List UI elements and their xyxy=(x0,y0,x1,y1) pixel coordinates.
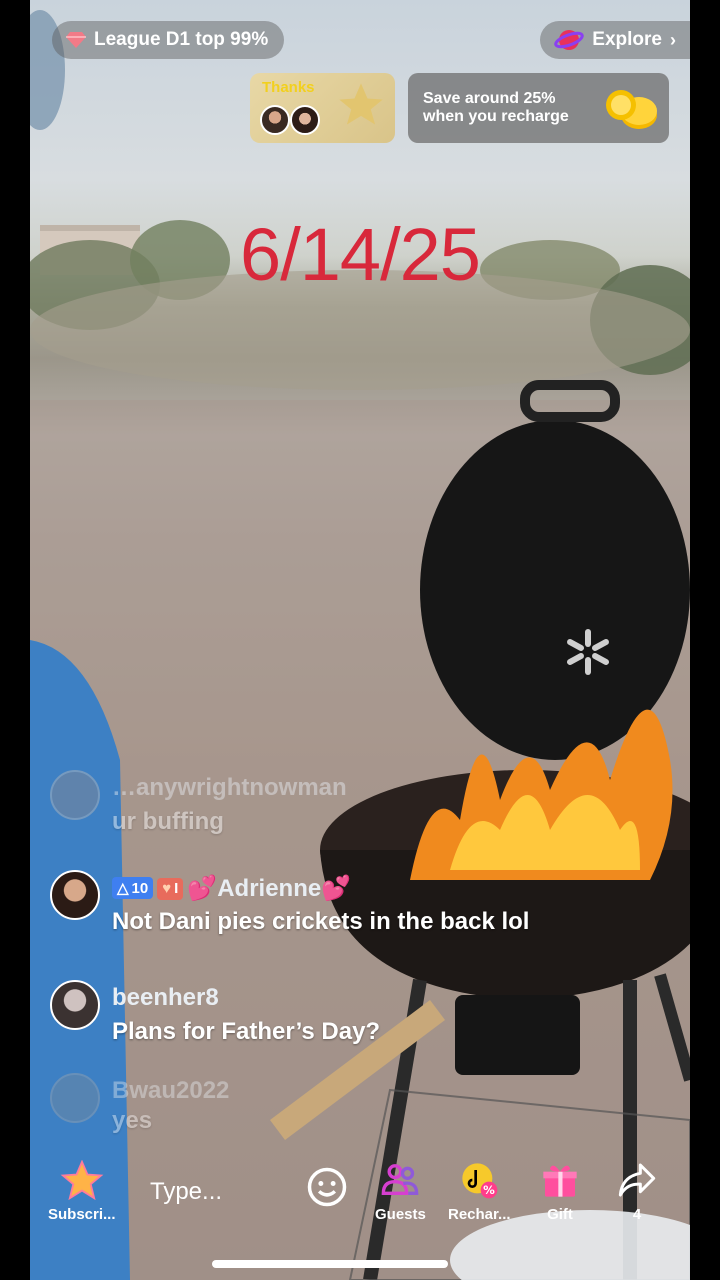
share-arrow-icon xyxy=(618,1163,656,1197)
subscribe-label: Subscri... xyxy=(48,1206,116,1223)
recharge-button[interactable]: % Rechar... xyxy=(448,1160,511,1223)
diamond-icon xyxy=(66,32,86,48)
user-avatar[interactable] xyxy=(50,980,100,1030)
recharge-promo-banner[interactable]: Save around 25% when you recharge xyxy=(408,73,669,143)
people-icon xyxy=(382,1164,419,1195)
guests-button[interactable]: Guests xyxy=(375,1160,426,1223)
star-icon xyxy=(60,1159,104,1201)
date-overlay: 6/14/25 xyxy=(240,213,481,296)
message-text: ur buffing xyxy=(112,808,224,835)
user-avatar[interactable] xyxy=(50,1073,100,1123)
star-icon xyxy=(339,83,383,125)
league-badge[interactable]: League D1 top 99% xyxy=(52,21,285,59)
smiley-icon xyxy=(307,1167,347,1207)
coins-icon xyxy=(606,90,657,129)
username[interactable]: beenher8 xyxy=(112,984,219,1012)
message-text: yes xyxy=(112,1107,153,1134)
bottom-action-bar: Subscri... Guests % Rechar... Gift 4 xyxy=(30,1150,690,1230)
gift-button[interactable]: Gift xyxy=(540,1160,580,1223)
grill-lid xyxy=(420,420,690,760)
message-text: Plans for Father’s Day? xyxy=(112,1018,381,1045)
explore-button[interactable]: Explore › xyxy=(540,21,690,59)
gift-icon xyxy=(543,1165,577,1197)
triangle-icon: △ xyxy=(117,880,129,897)
chevron-right-icon: › xyxy=(670,29,676,50)
live-stream-view: League D1 top 99% Explore › Thanks Save … xyxy=(30,0,690,1280)
thanks-card[interactable]: Thanks xyxy=(250,73,395,143)
user-avatar[interactable] xyxy=(50,870,100,920)
ash-catcher xyxy=(455,995,580,1075)
fan-badge: ♥ I xyxy=(157,877,184,900)
home-indicator[interactable] xyxy=(212,1260,448,1268)
league-label: League D1 top 99% xyxy=(94,29,269,50)
gift-label: Gift xyxy=(547,1206,573,1223)
guests-label: Guests xyxy=(375,1206,426,1223)
share-count: 4 xyxy=(632,1206,642,1223)
sparkle-heart-icon: 💕 xyxy=(187,875,218,902)
supporter-avatar xyxy=(290,105,320,135)
comment-input[interactable] xyxy=(150,1172,300,1212)
user-avatar[interactable] xyxy=(50,770,100,820)
recharge-label: Rechar... xyxy=(448,1206,511,1223)
heart-icon: ♥ xyxy=(162,880,172,897)
username[interactable]: …anywrightnowman xyxy=(112,774,347,802)
level-badge: △ 10 xyxy=(112,877,154,899)
thanks-label: Thanks xyxy=(262,79,315,96)
planet-icon xyxy=(554,30,585,50)
emoji-button[interactable] xyxy=(306,1166,348,1212)
svg-text:%: % xyxy=(483,1183,495,1197)
share-button[interactable]: 4 xyxy=(616,1160,658,1223)
sparkle-heart-icon: 💕 xyxy=(321,875,352,902)
username[interactable]: Adrienne xyxy=(217,875,321,902)
username[interactable]: Bwau2022 xyxy=(112,1077,229,1105)
coin-percent-icon: % xyxy=(462,1163,498,1199)
subscribe-button[interactable]: Subscri... xyxy=(48,1159,116,1223)
explore-label: Explore xyxy=(592,29,662,50)
message-text: Not Dani pies crickets in the back lol xyxy=(112,908,530,935)
supporter-avatar xyxy=(260,105,290,135)
username-row: △ 10 ♥ I 💕Adrienne💕 xyxy=(112,874,351,903)
